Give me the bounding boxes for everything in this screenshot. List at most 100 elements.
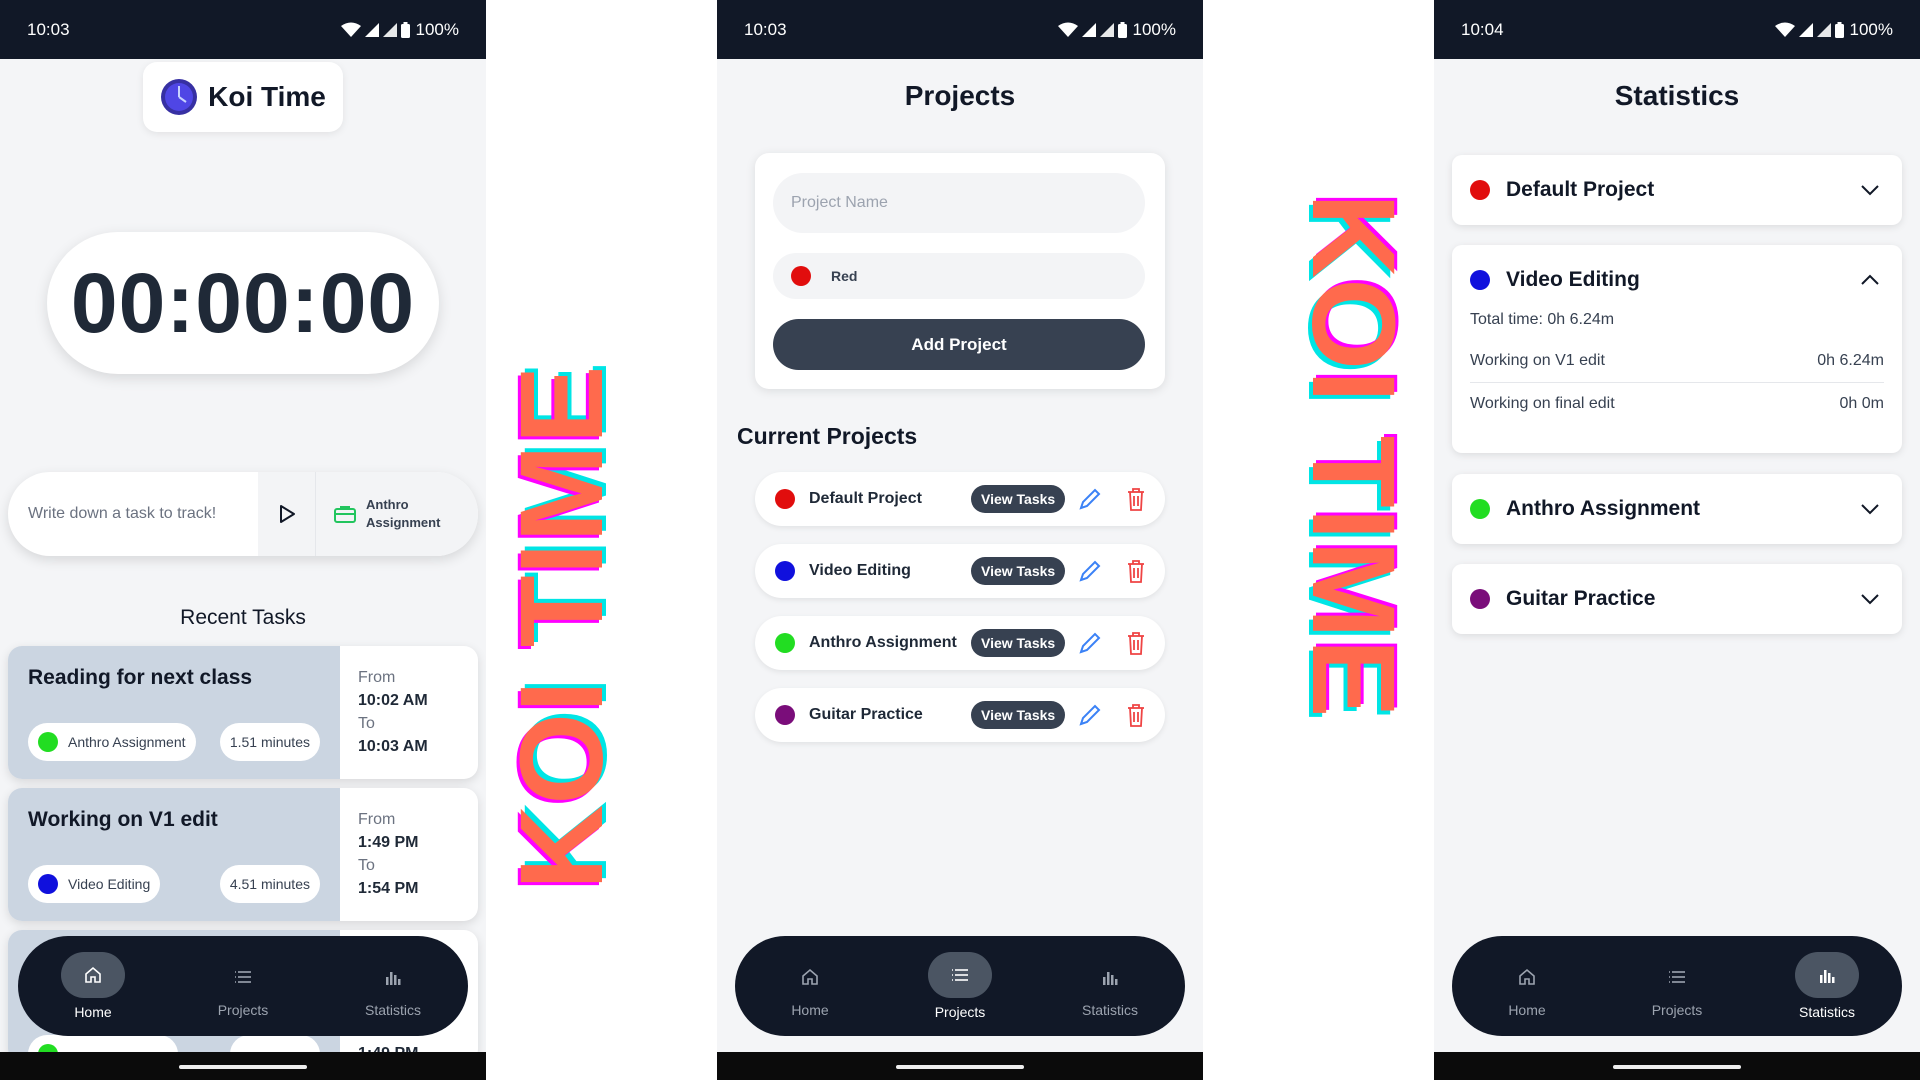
status-time: 10:03 [744, 19, 787, 39]
nav-projects-label: Projects [217, 1002, 269, 1018]
task-time-range: From 10:02 AM To 10:03 AM [340, 646, 478, 779]
gesture-bar [0, 1052, 486, 1080]
pencil-icon[interactable] [1077, 486, 1103, 512]
task-name: Working on V1 edit [1470, 351, 1605, 369]
duration-chip: 1.51 minutes [219, 723, 320, 761]
signal-icons [340, 21, 410, 38]
task-input[interactable] [8, 504, 258, 524]
cell-signal-icon-2 [1816, 22, 1831, 37]
to-time: 10:03 AM [358, 738, 428, 755]
task-time-row: Working on final edit 0h 0m [1470, 382, 1884, 425]
project-color-dot [1470, 589, 1490, 609]
trash-icon[interactable] [1125, 486, 1147, 512]
view-tasks-button[interactable]: View Tasks [971, 557, 1066, 585]
signal-icons [1057, 21, 1127, 38]
chevron-down-icon [1861, 594, 1879, 605]
nav-home-label: Home [74, 1004, 112, 1020]
battery-icon [400, 21, 410, 38]
trash-icon[interactable] [1125, 702, 1147, 728]
statistics-screen: 10:04 100% Statistics Default Project Vi… [1434, 0, 1920, 1080]
stats-card: Anthro Assignment [1452, 474, 1902, 544]
nav-statistics-label: Statistics [364, 1002, 421, 1018]
duration-label: 4.51 minutes [229, 876, 310, 892]
nav-projects[interactable]: Projects [183, 954, 303, 1018]
recent-task-card[interactable]: Working on V1 edit Video Editing 4.51 mi… [8, 788, 478, 921]
nav-home[interactable]: Home [33, 952, 153, 1020]
nav-projects[interactable]: Projects [1617, 954, 1737, 1018]
stats-card: Default Project [1452, 155, 1902, 225]
app-logo-card: Koi Time [143, 62, 343, 132]
trash-icon[interactable] [1125, 630, 1147, 656]
start-timer-button[interactable] [258, 472, 316, 556]
nav-home[interactable]: Home [750, 954, 870, 1018]
recent-task-card[interactable]: Reading for next class Anthro Assignment… [8, 646, 478, 779]
from-label: From [358, 811, 396, 828]
cell-signal-icon [364, 22, 379, 37]
add-project-form: Red Add Project [755, 153, 1165, 389]
project-name: Anthro Assignment [809, 634, 957, 651]
stats-card-header[interactable]: Anthro Assignment [1452, 474, 1902, 544]
pencil-icon[interactable] [1077, 558, 1103, 584]
current-projects-title: Current Projects [737, 423, 918, 449]
project-color-dot [775, 489, 795, 509]
project-row: Video Editing View Tasks [755, 544, 1165, 598]
battery-percent: 100% [415, 19, 459, 39]
nav-statistics[interactable]: Statistics [1050, 954, 1170, 1018]
total-time: Total time: 0h 6.24m [1470, 311, 1615, 328]
gesture-bar [717, 1052, 1203, 1080]
nav-home-label: Home [1508, 1002, 1546, 1018]
chevron-down-icon [1861, 185, 1879, 196]
project-name: Video Editing [809, 562, 911, 579]
project-row: Anthro Assignment View Tasks [755, 616, 1165, 670]
project-name-input[interactable] [773, 173, 1145, 233]
stats-card: Guitar Practice [1452, 564, 1902, 634]
trash-icon[interactable] [1125, 558, 1147, 584]
bar-chart-icon [1820, 970, 1835, 983]
to-label: To [358, 715, 375, 732]
color-select[interactable]: Red [773, 253, 1145, 299]
banner-text: KOI TIME [510, 366, 628, 890]
from-time: 1:49 PM [358, 834, 419, 851]
stats-project-name: Default Project [1506, 178, 1655, 201]
status-bar: 10:03 100% [717, 0, 1203, 59]
nav-projects-label: Projects [934, 1004, 986, 1020]
battery-icon [1834, 21, 1844, 38]
nav-projects[interactable]: Projects [900, 952, 1020, 1020]
view-tasks-button[interactable]: View Tasks [971, 629, 1066, 657]
project-chip: Video Editing [28, 865, 161, 903]
clock-logo-icon [161, 79, 198, 115]
color-select-value: Red [831, 268, 858, 284]
bar-chart-icon [386, 972, 401, 985]
project-picker-label-1: Anthro [366, 497, 409, 512]
signal-icons [1774, 21, 1844, 38]
pencil-icon[interactable] [1077, 702, 1103, 728]
nav-statistics-label: Statistics [1798, 1004, 1855, 1020]
chevron-up-icon [1861, 274, 1879, 285]
nav-statistics[interactable]: Statistics [333, 954, 453, 1018]
nav-statistics[interactable]: Statistics [1767, 952, 1887, 1020]
cell-signal-icon-2 [382, 22, 397, 37]
view-tasks-button[interactable]: View Tasks [971, 701, 1066, 729]
bottom-nav: Home Projects Statistics [1452, 936, 1902, 1036]
wifi-icon [1774, 22, 1795, 37]
stats-card-header[interactable]: Guitar Practice [1452, 564, 1902, 634]
stats-card-header[interactable]: Default Project [1452, 155, 1902, 225]
duration-label: 1.51 minutes [229, 734, 310, 750]
project-name: Guitar Practice [809, 706, 923, 723]
project-name: Default Project [809, 490, 922, 507]
task-entry-bar: Anthro Assignment [8, 472, 478, 556]
timer-display: 00:00:00 [47, 232, 439, 374]
pencil-icon[interactable] [1077, 630, 1103, 656]
duration-chip: 4.51 minutes [219, 865, 320, 903]
stats-project-name: Guitar Practice [1506, 587, 1656, 610]
project-row: Guitar Practice View Tasks [755, 688, 1165, 742]
to-label: To [358, 857, 375, 874]
nav-home[interactable]: Home [1467, 954, 1587, 1018]
view-tasks-button[interactable]: View Tasks [971, 485, 1066, 513]
project-picker[interactable]: Anthro Assignment [316, 472, 478, 556]
project-color-dot [1470, 270, 1490, 290]
stats-card-header[interactable]: Video Editing [1452, 245, 1902, 315]
project-color-dot [1470, 499, 1490, 519]
from-time: 10:02 AM [358, 692, 428, 709]
add-project-button[interactable]: Add Project [773, 319, 1145, 370]
